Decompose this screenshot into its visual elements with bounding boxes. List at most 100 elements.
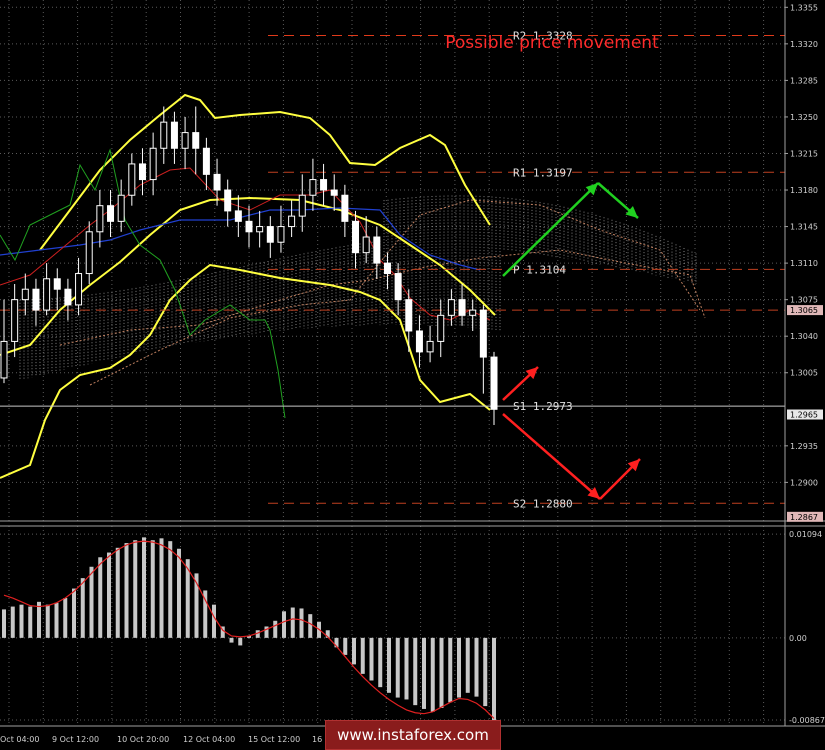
histogram-bar (63, 598, 68, 638)
price-tick-label: 1.3215 (790, 149, 818, 158)
candle-down (266, 226, 274, 243)
time-tick-label: 10 Oct 20:00 (117, 735, 169, 744)
histogram-bar (492, 637, 496, 722)
histogram-bar (19, 604, 24, 638)
histogram-bar (142, 537, 146, 638)
candle-up (21, 288, 29, 301)
histogram-bar (72, 588, 76, 638)
histogram-bar (177, 548, 181, 638)
histogram-bar (133, 540, 138, 638)
histogram-bar (159, 538, 164, 638)
candle-down (32, 288, 40, 311)
level-label-s2: S2 1.2880 (513, 497, 573, 510)
candle-up (362, 236, 370, 254)
histogram-bar (395, 637, 400, 698)
histogram-bar (360, 637, 365, 674)
forex-chart: R2 1.3328R1 1.3197P 1.3104S1 1.2973S2 1.… (0, 0, 825, 744)
arrow-up-to-r1 (502, 182, 599, 277)
candle-up (181, 132, 189, 149)
histogram-bar (54, 602, 59, 638)
candle-down (224, 189, 232, 212)
candle-down (352, 220, 360, 254)
candle-up (288, 215, 296, 228)
candle-up (85, 231, 93, 275)
histogram-bar (282, 611, 286, 638)
histogram-bar (89, 566, 94, 638)
candle-down (479, 309, 487, 358)
arrow-down-to-s2 (502, 413, 601, 500)
histogram-bar (422, 637, 426, 709)
histogram-bar (107, 552, 111, 638)
histogram-bar (465, 637, 470, 693)
price-tag-label: 1.3065 (790, 306, 818, 315)
time-tick-label: 12 Oct 04:00 (183, 735, 235, 744)
candle-down (245, 220, 253, 233)
histogram-bar (483, 637, 488, 707)
candle-up (43, 278, 51, 311)
candlesticks (0, 106, 498, 425)
candle-up (256, 226, 264, 233)
time-tick-label: Oct 04:00 (0, 735, 39, 744)
candle-up (149, 147, 157, 181)
candle-down (394, 273, 402, 301)
chart-axes: 1.3355 1.3320 1.3285 1.3250 1.3215 1.3180 1.31… (0, 0, 825, 744)
histogram-bar (45, 604, 50, 638)
candle-down (107, 205, 115, 222)
candle-down (170, 121, 178, 149)
histogram-bar (457, 637, 461, 698)
time-tick-label: 9 Oct 12:00 (52, 735, 99, 744)
histogram-bar (308, 614, 313, 638)
candle-up (160, 121, 168, 149)
candle-up (309, 179, 317, 196)
price-tick-label: 1.3285 (790, 76, 818, 85)
candle-down (202, 147, 210, 175)
level-label-s1: S1 1.2973 (513, 400, 573, 413)
candle-up (277, 226, 285, 243)
histogram-bar (387, 637, 391, 693)
price-tick-label: 1.3110 (790, 259, 818, 268)
indicator-tick-label: 0.01094 (789, 530, 822, 539)
histogram-bar (413, 637, 418, 706)
price-tag-label: 1.2965 (790, 411, 818, 420)
candle-up (96, 205, 104, 233)
indicator-tick-label: 0.00 (789, 634, 807, 643)
signal-line (3, 540, 495, 719)
time-tick-label: 15 Oct 12:00 (248, 735, 300, 744)
histogram-bar (290, 607, 295, 638)
indicator-tick-label: -0.00867 (789, 716, 825, 725)
candle-up (128, 163, 136, 196)
histogram-bar (10, 606, 15, 638)
candle-up (426, 340, 434, 353)
histogram-bar (404, 637, 409, 700)
histogram-bar (212, 604, 216, 638)
histogram-bar (80, 578, 85, 638)
chart-title: Possible price movement (445, 33, 659, 53)
histogram-panel (2, 537, 496, 722)
price-tag-label: 1.2867 (790, 513, 818, 522)
price-tick-label: 1.3250 (790, 113, 818, 122)
watermark-logo: www.instaforex.com (325, 720, 501, 750)
level-label-p: P 1.3104 (513, 263, 566, 276)
pivot-levels: R2 1.3328R1 1.3197P 1.3104S1 1.2973S2 1.… (0, 29, 785, 510)
histogram-bar (352, 637, 356, 665)
histogram-bar (2, 609, 6, 638)
candle-up (11, 299, 19, 342)
candle-down (405, 299, 413, 332)
candle-up (75, 273, 83, 306)
candle-down (383, 262, 391, 275)
histogram-bar (299, 608, 304, 638)
histogram-bar (28, 606, 33, 638)
candle-up (117, 194, 125, 222)
histogram-bar (474, 637, 479, 697)
level-label-r1: R1 1.3197 (513, 166, 573, 179)
histogram-bar (343, 637, 348, 655)
price-tick-label: 1.3005 (790, 369, 818, 378)
candle-up (0, 340, 8, 379)
candle-down (373, 236, 381, 264)
candle-up (469, 309, 477, 316)
price-tick-label: 1.3320 (790, 40, 818, 49)
histogram-bar (439, 637, 444, 708)
candle-down (415, 330, 423, 353)
histogram-bar (378, 637, 383, 688)
price-tick-label: 1.3075 (790, 296, 818, 305)
